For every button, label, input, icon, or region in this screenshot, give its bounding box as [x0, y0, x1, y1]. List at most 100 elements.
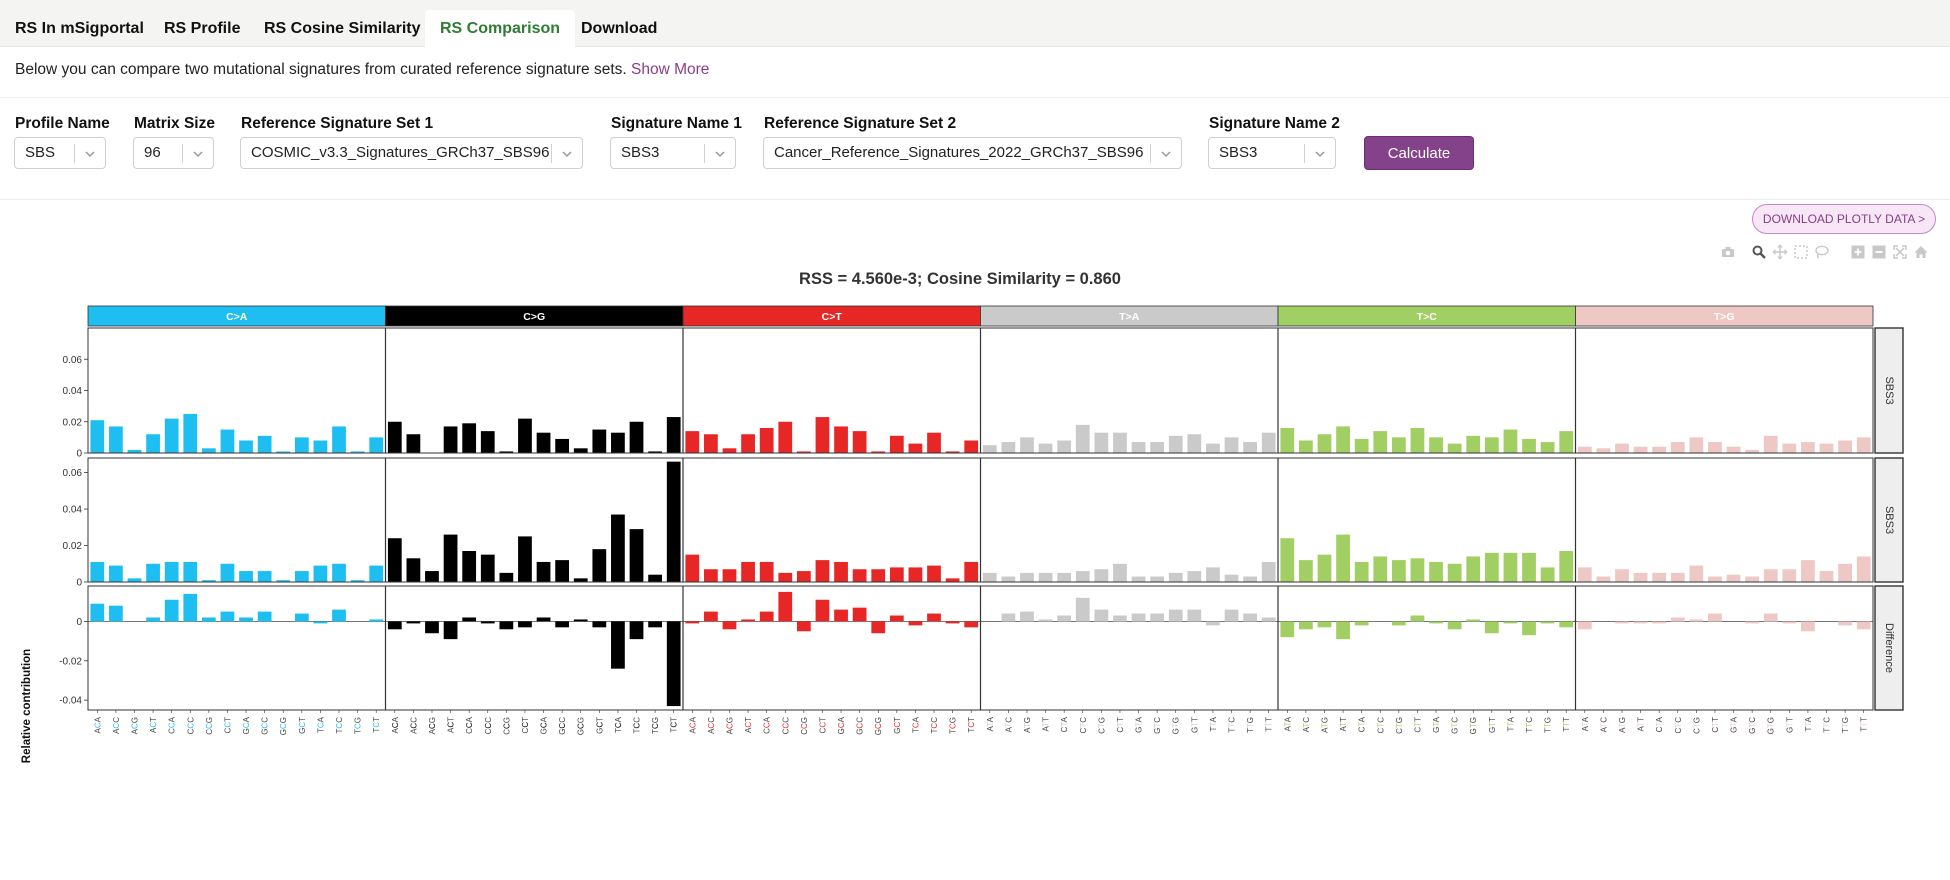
zoom-icon[interactable]	[1751, 244, 1767, 260]
profile-name-value: SBS	[25, 144, 56, 161]
x-tick-label: ATA	[986, 716, 995, 731]
chart-bar	[1131, 576, 1146, 582]
x-tick-label: TTA	[1506, 716, 1515, 731]
chart-bar	[1391, 621, 1406, 626]
chart-bar	[387, 538, 402, 582]
chart-bar	[1410, 558, 1425, 582]
tab-download[interactable]: Download	[566, 10, 672, 47]
camera-icon[interactable]	[1720, 244, 1736, 260]
ref-set-1-select[interactable]: COSMIC_v3.3_Signatures_GRCh37_SBS96	[240, 137, 583, 169]
chart-bar	[1615, 443, 1629, 453]
chart-bar	[852, 569, 867, 582]
chart-bar	[834, 426, 848, 453]
y-tick-label: 0.06	[63, 468, 83, 479]
chart-bar	[257, 571, 272, 582]
chart-bar	[425, 621, 439, 634]
x-tick-label: ACT	[149, 717, 158, 733]
tab-rs-in-msigportal[interactable]: RS In mSigportal	[0, 10, 159, 47]
sig-name-2-select[interactable]: SBS3	[1208, 137, 1336, 169]
reset-axes-icon[interactable]	[1913, 244, 1929, 260]
chart-bar	[536, 561, 551, 582]
download-plotly-data-button[interactable]: DOWNLOAD PLOTLY DATA >	[1752, 204, 1936, 234]
y-tick-label: -0.04	[59, 696, 82, 707]
chart-bar	[387, 621, 402, 630]
chart-bar	[1410, 428, 1425, 453]
lasso-icon[interactable]	[1814, 244, 1830, 260]
chart-bar	[164, 418, 179, 453]
chart-bar	[1280, 621, 1295, 638]
chart-bar	[573, 448, 588, 453]
chart-bar	[1075, 597, 1090, 622]
chart-bar	[1782, 569, 1797, 582]
tab-rs-comparison[interactable]: RS Comparison	[425, 10, 576, 47]
chart-bar	[573, 578, 588, 582]
x-tick-label: TCC	[930, 717, 939, 734]
zoom-out-icon[interactable]	[1871, 244, 1887, 260]
x-tick-label: GCT	[893, 717, 902, 734]
x-tick-label: CCC	[186, 717, 195, 735]
description-text: Below you can compare two mutational sig…	[15, 61, 627, 78]
chart-bar	[109, 605, 123, 622]
chart-bar	[555, 560, 570, 582]
chart-bar	[183, 413, 198, 453]
x-tick-label: TTA	[1209, 716, 1218, 731]
chart-bar	[629, 529, 644, 582]
x-tick-label: ACC	[409, 717, 418, 734]
chart-bar	[164, 561, 179, 582]
x-tick-label: TTC	[1823, 717, 1832, 733]
x-tick-label: CTA	[1655, 716, 1664, 732]
tab-rs-cosine-similarity[interactable]: RS Cosine Similarity	[249, 10, 436, 47]
x-tick-label: CCA	[763, 716, 772, 734]
chart-bar	[518, 536, 532, 582]
chart-bar	[1838, 621, 1852, 626]
chart-bar	[555, 621, 570, 628]
chart-bar	[518, 418, 532, 453]
chart-bar	[369, 565, 384, 582]
pan-icon[interactable]	[1772, 244, 1788, 260]
x-tick-label: ACA	[391, 716, 400, 733]
chart-bar	[1801, 560, 1815, 582]
x-tick-label: CTT	[1711, 717, 1720, 733]
tab-rs-profile[interactable]: RS Profile	[149, 10, 255, 47]
x-tick-label: GCC	[558, 717, 567, 735]
zoom-in-icon[interactable]	[1850, 244, 1866, 260]
show-more-link[interactable]: Show More	[631, 61, 709, 78]
autoscale-icon[interactable]	[1892, 244, 1908, 260]
chevron-down-icon	[85, 151, 95, 158]
chart-bar	[1856, 556, 1871, 582]
x-tick-label: TCG	[354, 717, 363, 734]
x-tick-label: CCT	[818, 717, 827, 734]
calculate-button[interactable]: Calculate	[1364, 136, 1474, 170]
chart-bar	[1020, 572, 1034, 582]
chart-bar	[1299, 440, 1313, 453]
x-tick-label: GCC	[856, 717, 865, 735]
box-select-icon[interactable]	[1793, 244, 1809, 260]
x-tick-label: GTA	[1432, 716, 1441, 733]
chart-bar	[1113, 615, 1127, 622]
x-tick-label: CCA	[168, 716, 177, 734]
chart-bar	[834, 561, 848, 582]
chart-bar	[1633, 621, 1648, 624]
chart-bar	[1001, 576, 1016, 582]
profile-name-select[interactable]: SBS	[14, 137, 106, 169]
x-tick-label: CTA	[1358, 716, 1367, 732]
x-tick-label: GCT	[595, 717, 604, 734]
ref-set-2-select[interactable]: Cancer_Reference_Signatures_2022_GRCh37_…	[763, 137, 1182, 169]
chart-bar	[1261, 432, 1276, 453]
x-tick-label: CCG	[502, 717, 511, 735]
chart-bar	[499, 621, 514, 630]
x-tick-label: TTT	[1860, 717, 1869, 732]
chart-bar	[1670, 572, 1685, 582]
x-tick-label: GCC	[261, 717, 270, 735]
x-tick-label: ATG	[1320, 717, 1329, 733]
chart-bar	[964, 621, 979, 628]
sig-name-1-select[interactable]: SBS3	[610, 137, 736, 169]
x-tick-label: ATG	[1618, 717, 1627, 733]
matrix-size-select[interactable]: 96	[133, 137, 214, 169]
chart-bar	[611, 514, 625, 582]
x-tick-label: GTC	[1748, 717, 1757, 734]
chart-bar	[1484, 552, 1499, 582]
chart-bar	[1336, 534, 1350, 582]
chart-bar	[1652, 621, 1667, 624]
x-tick-label: ACG	[130, 717, 139, 734]
